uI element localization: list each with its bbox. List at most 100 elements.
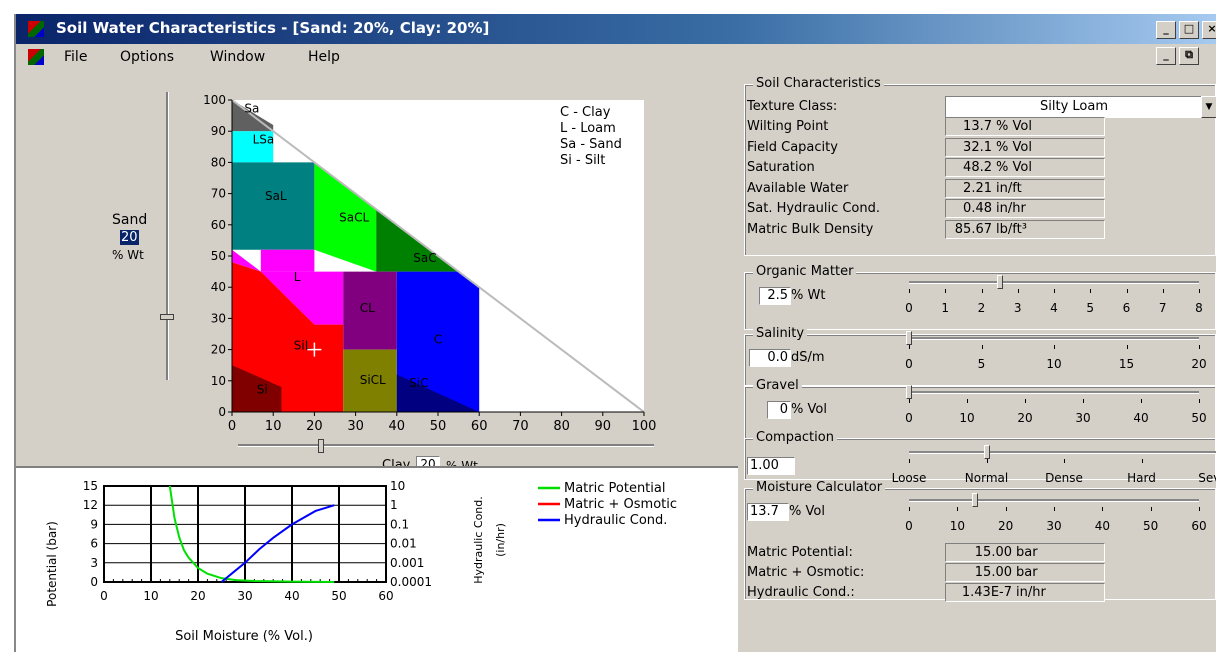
moisture-tick-label: 0	[100, 589, 108, 603]
region-l[interactable]	[260, 249, 315, 272]
soil-property-label: Available Water	[747, 180, 849, 196]
organic-matter-slider-track[interactable]	[909, 281, 1199, 284]
menu-help[interactable]: Help	[308, 49, 340, 65]
gravel-slider-thumb[interactable]	[906, 385, 912, 399]
organic-matter-tick-mark	[945, 289, 947, 293]
salinity-tick-label: 15	[1118, 357, 1135, 371]
moisture-tick-mark	[1199, 507, 1200, 511]
sand-label: Sand	[112, 212, 148, 228]
moisture-tick-label: 40	[284, 589, 299, 603]
salinity-tick-mark	[981, 345, 983, 349]
salinity-input[interactable]: 0.0	[749, 349, 791, 367]
menu-bar: File Options Window Help	[16, 44, 1216, 70]
gravel-tick-label: 30	[1075, 411, 1091, 425]
compaction-input[interactable]: 1.00	[747, 457, 795, 475]
salinity-tick-mark	[909, 345, 910, 349]
moisture-slider-thumb[interactable]	[972, 493, 979, 507]
compaction-tick-label: Loose	[891, 471, 927, 485]
region-label: SiC	[409, 376, 428, 390]
moisture-result-value-box: 15.00 bar	[945, 563, 1105, 582]
compaction-tick-mark	[909, 459, 910, 463]
compaction-tick-mark	[1064, 459, 1065, 463]
clay-slider-thumb[interactable]	[318, 439, 324, 453]
minimize-button[interactable]: _	[1156, 21, 1176, 39]
gravel-tick-mark	[909, 399, 910, 403]
organic-matter-caption: Organic Matter	[753, 264, 857, 279]
menu-options[interactable]: Options	[120, 49, 174, 65]
sand-tick-label: 20	[211, 343, 226, 357]
gravel-input[interactable]: 0	[767, 401, 791, 419]
organic-matter-input[interactable]: 2.5	[759, 287, 791, 305]
chevron-down-icon[interactable]: ▼	[1201, 96, 1216, 118]
hydraulic-axis-unit: (in/hr)	[494, 523, 507, 557]
soil-property-value: 48.2	[963, 160, 992, 175]
title-bar[interactable]: Soil Water Characteristics - [Sand: 20%,…	[16, 14, 1216, 44]
soil-property-value: 32.1	[963, 139, 992, 155]
moisture-result-value-box: 1.43E-7 in/hr	[945, 583, 1105, 602]
salinity-tick-label: 20	[1191, 357, 1207, 371]
potential-tick-label: 12	[83, 498, 98, 512]
gravel-tick-mark	[1025, 399, 1026, 403]
moisture-tick-mark	[1102, 507, 1104, 511]
moisture-calculator-group: Moisture Calculator 13.7 % Vol 0 10 20 30 40…	[744, 480, 1216, 602]
gravel-tick-mark	[1199, 399, 1200, 403]
region-label: L	[294, 270, 301, 284]
moisture-tick-mark	[957, 507, 959, 511]
sand-unit: % Wt	[112, 248, 144, 262]
moisture-result-value: 15.00	[974, 565, 1012, 580]
potential-tick-label: 6	[90, 537, 98, 551]
sand-slider-thumb[interactable]	[160, 314, 174, 320]
soil-property-label: Sat. Hydraulic Cond.	[747, 201, 881, 216]
region-sal[interactable]	[232, 162, 315, 250]
region-label: LSa	[253, 133, 275, 147]
moisture-tick-mark	[909, 507, 910, 511]
salinity-group: Salinity 0.0 dS/m 0 5 10 15 20	[744, 326, 1216, 386]
compaction-slider-thumb[interactable]	[983, 445, 990, 459]
menu-window[interactable]: Window	[210, 49, 265, 65]
texture-class-label: Texture Class:	[747, 99, 838, 114]
region-label: SaCL	[339, 211, 369, 225]
compaction-caption: Compaction	[753, 430, 837, 445]
texture-triangle-chart[interactable]: 1009080706050403020100 0 10 20 30 40 50 60 70 80…	[176, 72, 696, 452]
moisture-tick-mark	[1054, 507, 1055, 511]
soil-property-label: Field Capacity	[747, 139, 838, 155]
clay-tick-label: 40	[389, 419, 406, 434]
soil-property-value: 13.7	[963, 119, 992, 134]
sand-tick-label: 0	[218, 405, 226, 419]
soil-property-label: Matric Bulk Density	[747, 221, 874, 237]
compaction-slider-track[interactable]	[909, 451, 1216, 454]
child-restore-button[interactable]: ⧉	[1179, 47, 1199, 65]
salinity-slider-track[interactable]	[909, 337, 1199, 340]
organic-matter-slider-thumb[interactable]	[996, 275, 1003, 289]
soil-property-label: Wilting Point	[747, 119, 829, 134]
moisture-input[interactable]: 13.7	[747, 503, 789, 521]
soil-property-value-box: 32.1% Vol	[945, 137, 1105, 157]
compaction-tick-label: Dense	[1045, 471, 1083, 485]
soil-property-value-box: 48.2 % Vol	[945, 158, 1105, 177]
texture-class-select[interactable]: Silty Loam	[945, 96, 1203, 118]
clay-tick-label: 0	[228, 419, 236, 434]
menu-file[interactable]: File	[64, 49, 87, 65]
sand-input[interactable]: 20	[120, 230, 139, 245]
soil-property-value: 2.21	[963, 180, 992, 196]
soil-property-value-box: 13.7 % Vol	[945, 117, 1105, 136]
clay-tick-label: 80	[553, 419, 570, 434]
organic-matter-tick-mark	[1126, 289, 1128, 293]
moisture-tick-label: 60	[1191, 519, 1207, 533]
clay-tick-label: 90	[595, 419, 612, 434]
maximize-button[interactable]: □	[1179, 21, 1199, 39]
salinity-slider-thumb[interactable]	[906, 331, 912, 345]
moisture-result-unit: in/hr	[1016, 585, 1046, 600]
organic-matter-tick-mark	[1199, 289, 1200, 293]
sand-tick-label: 80	[211, 155, 226, 169]
clay-tick-label: 100	[632, 419, 657, 434]
moisture-slider-track[interactable]	[909, 499, 1199, 502]
clay-slider-track[interactable]	[238, 444, 654, 447]
sand-slider-track[interactable]	[166, 92, 169, 380]
document-icon[interactable]	[28, 49, 44, 65]
child-minimize-button[interactable]: _	[1156, 47, 1176, 65]
gravel-unit: % Vol	[791, 402, 827, 417]
gravel-slider-track[interactable]	[909, 391, 1199, 394]
organic-matter-unit: % Wt	[791, 288, 826, 303]
close-button[interactable]: ×	[1202, 21, 1216, 39]
